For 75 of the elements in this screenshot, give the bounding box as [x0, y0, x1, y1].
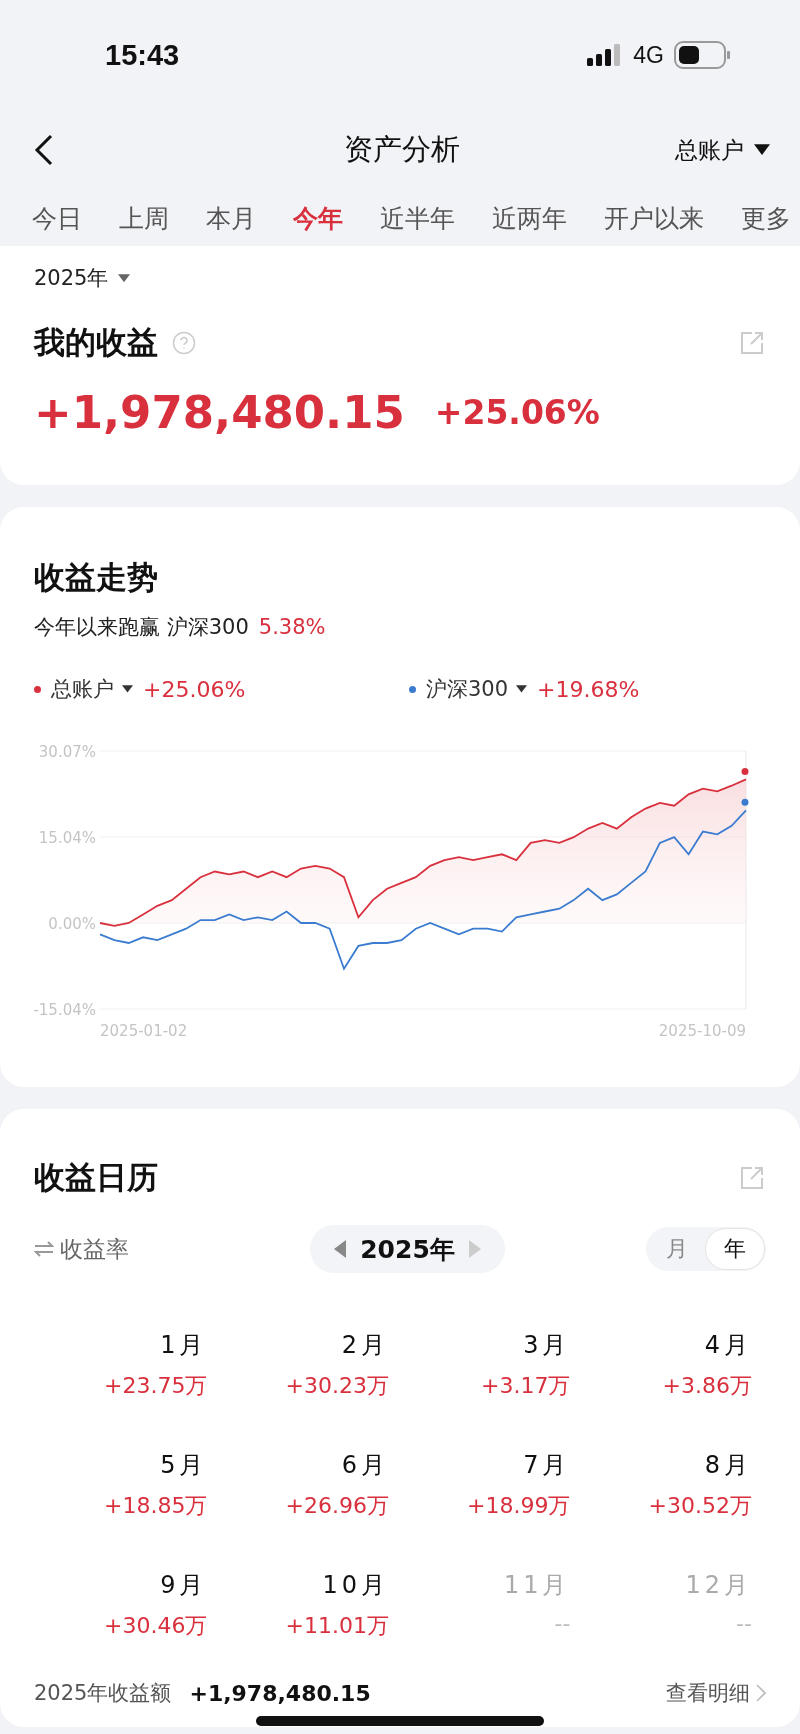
month-label: 9月	[160, 1570, 208, 1601]
axis-label: 15.04%	[38, 828, 96, 847]
caret-icon	[754, 144, 770, 156]
metric-button[interactable]: 收益率	[34, 1233, 129, 1265]
period-tab[interactable]: 近两年	[492, 201, 567, 235]
status-time: 15:43	[105, 38, 181, 72]
legend-value: +25.06%	[143, 676, 246, 702]
month-profit: +30.46万	[104, 1612, 208, 1640]
network-label: 4G	[633, 41, 664, 69]
legend-selector[interactable]: 沪深300	[426, 675, 528, 703]
chevron-icon	[756, 1684, 766, 1702]
month-label: 4月	[704, 1330, 752, 1361]
month-profit: +11.01万	[285, 1612, 389, 1640]
period-tab[interactable]: 上周	[119, 201, 169, 235]
month-label: 10月	[322, 1570, 389, 1601]
back-icon[interactable]	[34, 134, 54, 166]
period-tab[interactable]: 近半年	[380, 201, 455, 235]
legend-selector[interactable]: 总账户	[51, 675, 133, 703]
month-label: 6月	[341, 1450, 389, 1481]
share-icon[interactable]	[738, 329, 766, 357]
caret-icon	[516, 685, 528, 693]
profit-rate: +25.06%	[434, 393, 600, 432]
year-label: 2025年	[360, 1233, 455, 1266]
month-label: 12月	[685, 1570, 752, 1601]
section-title: 收益日历	[34, 1158, 158, 1197]
end-point	[741, 798, 749, 806]
swap-icon	[34, 1240, 54, 1258]
period-tab[interactable]: 本月	[206, 201, 256, 235]
year-selector[interactable]: 2025年	[34, 264, 131, 292]
legend-value: +19.68%	[537, 676, 640, 702]
month-label: 7月	[523, 1450, 571, 1481]
axis-label: 30.07%	[38, 743, 96, 761]
previous-icon[interactable]	[334, 1240, 347, 1258]
month-label: 8月	[704, 1450, 752, 1481]
caret-icon	[118, 273, 131, 283]
period-tab[interactable]: 更多	[741, 201, 791, 235]
period-tab[interactable]: 今年	[293, 201, 343, 235]
period-tab[interactable]: 开户以来	[604, 201, 704, 235]
detail-link[interactable]: 查看明细	[666, 1679, 766, 1707]
battery-icon	[674, 41, 730, 69]
share-icon[interactable]	[738, 1164, 766, 1192]
total-label: 2025年收益额	[34, 1680, 172, 1707]
section-title: 我的收益	[34, 323, 158, 362]
month-profit: --	[554, 1611, 571, 1636]
month-label: 1月	[160, 1330, 208, 1361]
account-selector[interactable]: 总账户	[675, 134, 770, 166]
help-icon[interactable]	[172, 331, 196, 355]
month-profit: +3.17万	[481, 1372, 571, 1400]
month-label: 5月	[160, 1450, 208, 1481]
axis-label: -15.04%	[34, 1001, 96, 1019]
section-title: 收益走势	[34, 559, 158, 595]
profit-amount: +1,978,480.15	[34, 386, 405, 439]
month-label: 3月	[523, 1330, 571, 1361]
month-profit: +23.75万	[104, 1372, 208, 1400]
period-tab[interactable]: 今日	[32, 201, 82, 235]
month-profit: +18.99万	[467, 1492, 571, 1520]
axis-label: 0.00%	[48, 915, 96, 933]
month-label: 11月	[503, 1570, 571, 1601]
month-profit: --	[736, 1611, 752, 1636]
next-icon[interactable]	[468, 1240, 481, 1258]
benchmark-text: 今年以来跑赢 沪深300	[34, 614, 249, 641]
month-label: 2月	[341, 1330, 389, 1361]
page-title: 资产分析	[344, 131, 460, 168]
month-profit: +3.86万	[662, 1372, 752, 1400]
month-profit: +30.23万	[285, 1372, 389, 1400]
caret-icon	[122, 685, 133, 693]
month-profit: +26.96万	[285, 1492, 389, 1520]
excess-return: 5.38%	[258, 615, 326, 639]
axis-label: 2025-10-09	[658, 1022, 746, 1040]
view-option[interactable]: 年	[706, 1229, 764, 1269]
total-amount: +1,978,480.15	[189, 1680, 372, 1706]
month-profit: +18.85万	[104, 1492, 208, 1520]
end-point	[741, 767, 749, 775]
axis-label: 2025-01-02	[100, 1022, 188, 1040]
month-profit: +30.52万	[648, 1492, 752, 1520]
